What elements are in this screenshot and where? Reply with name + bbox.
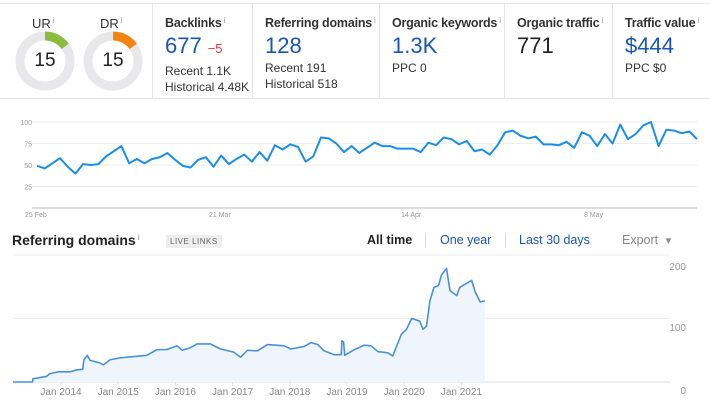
x-tick-label: Jan 2015 — [98, 387, 140, 398]
metrics-bar: UR i 15 DR i 15 Backlinks i 677 −5 Recent 1.… — [0, 3, 710, 99]
x-tick-label: 25 Feb — [25, 212, 47, 219]
referring-domains-chart[interactable]: 200 100 0 Jan 2014 Jan 2015 Jan 2016 Jan 2017 J… — [0, 250, 710, 410]
x-tick-label: Jan 2014 — [40, 387, 82, 398]
y-tick-label: 0 — [680, 386, 686, 397]
organic-keywords-label: Organic keywords — [392, 16, 498, 30]
x-tick-label: Jan 2016 — [155, 387, 197, 398]
x-tick-label: Jan 2020 — [384, 387, 426, 398]
y-tick-label: 100 — [20, 120, 32, 127]
referring-domains-label: Referring domains — [265, 16, 373, 30]
referring-domains-recent: Recent 191 — [265, 61, 327, 75]
tab-last-30-days[interactable]: Last 30 days — [519, 233, 590, 247]
traffic-value-ppc: PPC $0 — [625, 61, 667, 75]
backlinks-recent: Recent 1.1K — [165, 64, 232, 78]
dr-gauge[interactable]: DR i 15 — [82, 16, 144, 92]
organic-keywords-value[interactable]: 1.3K — [392, 34, 504, 58]
referring-domains-historical: Historical 518 — [265, 77, 338, 91]
info-icon[interactable]: i — [697, 16, 699, 25]
x-tick-label: Jan 2021 — [441, 387, 483, 398]
backlinks-value[interactable]: 677 — [165, 33, 202, 58]
x-tick-label: 8 May — [584, 212, 604, 219]
backlinks-delta: −5 — [207, 41, 223, 56]
traffic-value-label: Traffic value — [625, 16, 696, 30]
gauge-fill — [44, 31, 69, 50]
tab-all-time[interactable]: All time — [367, 233, 412, 247]
tab-one-year[interactable]: One year — [440, 233, 491, 247]
info-icon[interactable]: i — [601, 16, 603, 25]
referring-domains-card[interactable]: Referring domains i 128 Recent 191 Histor… — [253, 4, 380, 98]
organic-traffic-label: Organic traffic — [517, 16, 600, 30]
x-tick-label: 21 Mar — [209, 212, 231, 219]
rating-gauges: UR i 15 DR i 15 — [0, 4, 153, 98]
caret-down-icon: ▾ — [665, 235, 672, 247]
gauge-fill — [112, 31, 137, 50]
y-tick-label: 50 — [24, 163, 32, 170]
export-button[interactable]: Export ▾ — [622, 233, 671, 247]
info-icon[interactable]: i — [499, 16, 501, 25]
section-title: Referring domains — [12, 232, 136, 248]
organic-keywords-ppc: PPC 0 — [392, 61, 427, 75]
export-label: Export — [622, 233, 659, 247]
ur-value: 15 — [34, 50, 56, 71]
dr-label: DR — [100, 16, 119, 31]
divider — [505, 233, 506, 248]
info-icon[interactable]: i — [224, 16, 226, 25]
live-links-badge[interactable]: LIVE LINKS — [166, 235, 222, 248]
traffic-value-value[interactable]: $444 — [625, 34, 710, 58]
ur-gauge[interactable]: UR i 15 — [14, 16, 76, 92]
x-tick-label: Jan 2018 — [269, 387, 311, 398]
x-tick-label: 14 Apr — [401, 212, 422, 219]
organic-traffic-chart[interactable]: 100 75 50 25 25 Feb 21 Mar 14 Apr 8 May — [0, 105, 710, 223]
backlinks-card[interactable]: Backlinks i 677 −5 Recent 1.1K Historical … — [153, 4, 253, 98]
backlinks-label: Backlinks — [165, 16, 222, 30]
info-icon[interactable]: i — [138, 232, 140, 242]
ur-label: UR — [32, 16, 51, 31]
backlinks-historical: Historical 4.48K — [165, 80, 250, 94]
organic-traffic-card[interactable]: Organic traffic i 771 — [505, 4, 613, 98]
x-tick-label: Jan 2017 — [212, 387, 254, 398]
referring-domains-header: Referring domains i LIVE LINKS All time O… — [0, 228, 710, 250]
referring-domains-value[interactable]: 128 — [265, 34, 379, 58]
y-tick-label: 100 — [669, 323, 686, 334]
y-tick-label: 25 — [24, 185, 32, 192]
dr-value: 15 — [102, 50, 124, 71]
info-icon[interactable]: i — [374, 16, 376, 25]
info-icon[interactable]: i — [121, 16, 123, 25]
info-icon[interactable]: i — [53, 16, 55, 25]
y-tick-label: 75 — [24, 142, 32, 149]
organic-traffic-value: 771 — [517, 33, 554, 58]
y-tick-label: 200 — [669, 262, 686, 273]
traffic-value-card[interactable]: Traffic value i $444 PPC $0 — [613, 4, 710, 98]
organic-keywords-card[interactable]: Organic keywords i 1.3K PPC 0 — [380, 4, 505, 98]
x-tick-label: Jan 2019 — [326, 387, 368, 398]
divider — [425, 233, 426, 248]
